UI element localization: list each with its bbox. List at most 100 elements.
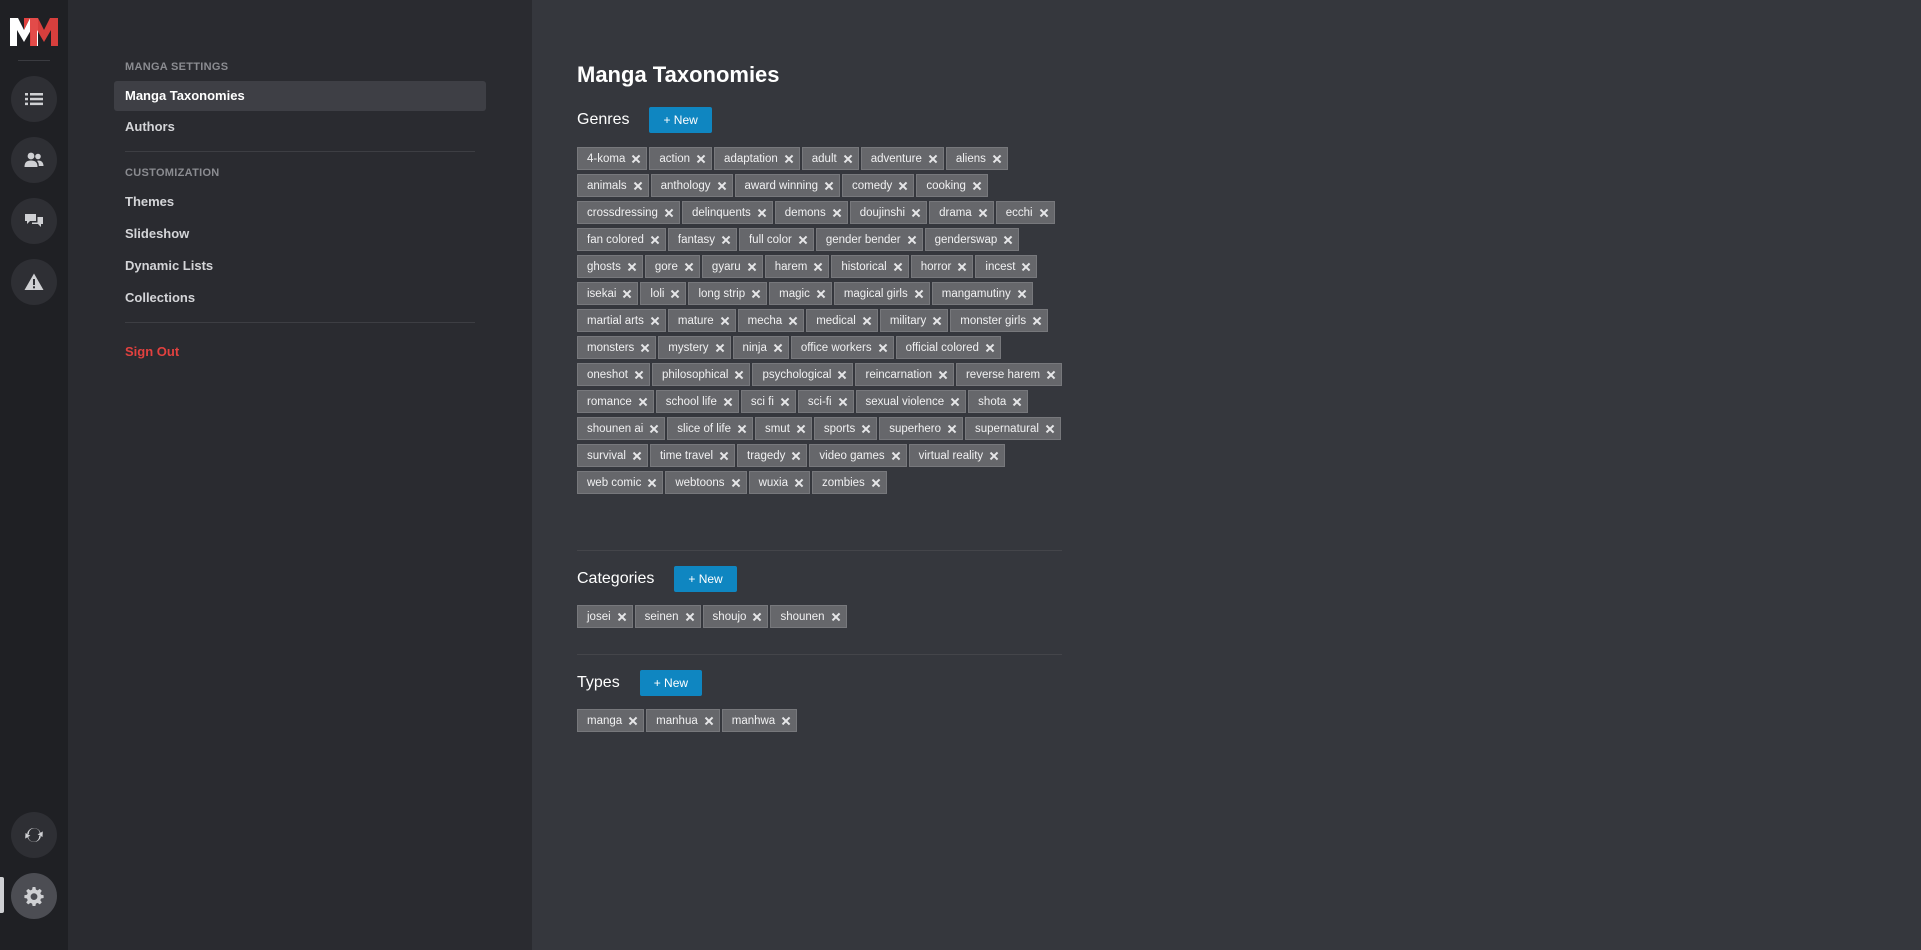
remove-tag-icon[interactable] — [664, 208, 674, 218]
sync-button[interactable] — [11, 812, 57, 858]
remove-tag-icon[interactable] — [731, 478, 741, 488]
nav-item-collections[interactable]: Collections — [114, 283, 486, 313]
remove-tag-icon[interactable] — [1012, 397, 1022, 407]
remove-tag-icon[interactable] — [780, 397, 790, 407]
remove-tag-icon[interactable] — [832, 208, 842, 218]
remove-tag-icon[interactable] — [992, 154, 1002, 164]
remove-tag-icon[interactable] — [747, 262, 757, 272]
remove-tag-icon[interactable] — [831, 612, 841, 622]
reports-button[interactable] — [11, 259, 57, 305]
remove-tag-icon[interactable] — [685, 612, 695, 622]
remove-tag-icon[interactable] — [957, 262, 967, 272]
remove-tag-icon[interactable] — [1032, 316, 1042, 326]
remove-tag-icon[interactable] — [647, 478, 657, 488]
nav-item-manga-taxonomies[interactable]: Manga Taxonomies — [114, 81, 486, 111]
settings-button[interactable] — [11, 873, 57, 919]
nav-item-slideshow[interactable]: Slideshow — [114, 219, 486, 249]
remove-tag-icon[interactable] — [838, 397, 848, 407]
tag-chip: virtual reality — [908, 444, 1006, 467]
remove-tag-icon[interactable] — [1017, 289, 1027, 299]
remove-tag-icon[interactable] — [861, 424, 871, 434]
tag-chip: shoujo — [702, 605, 769, 628]
remove-tag-icon[interactable] — [928, 154, 938, 164]
remove-tag-icon[interactable] — [1003, 235, 1013, 245]
remove-tag-icon[interactable] — [628, 716, 638, 726]
remove-tag-icon[interactable] — [989, 451, 999, 461]
remove-tag-icon[interactable] — [932, 316, 942, 326]
remove-tag-icon[interactable] — [649, 424, 659, 434]
remove-tag-icon[interactable] — [696, 154, 706, 164]
remove-tag-icon[interactable] — [781, 716, 791, 726]
new-category-button[interactable]: + New — [674, 566, 737, 592]
remove-tag-icon[interactable] — [938, 370, 948, 380]
remove-tag-icon[interactable] — [670, 289, 680, 299]
remove-tag-icon[interactable] — [891, 451, 901, 461]
sign-out-link[interactable]: Sign Out — [114, 337, 486, 367]
remove-tag-icon[interactable] — [631, 154, 641, 164]
nav-item-authors[interactable]: Authors — [114, 112, 486, 142]
remove-tag-icon[interactable] — [972, 181, 982, 191]
remove-tag-icon[interactable] — [798, 235, 808, 245]
remove-tag-icon[interactable] — [788, 316, 798, 326]
remove-tag-icon[interactable] — [638, 397, 648, 407]
remove-tag-icon[interactable] — [751, 289, 761, 299]
new-type-button[interactable]: + New — [639, 670, 703, 696]
remove-tag-icon[interactable] — [978, 208, 988, 218]
remove-tag-icon[interactable] — [843, 154, 853, 164]
remove-tag-icon[interactable] — [715, 343, 725, 353]
remove-tag-icon[interactable] — [634, 370, 644, 380]
remove-tag-icon[interactable] — [813, 262, 823, 272]
remove-tag-icon[interactable] — [734, 370, 744, 380]
chat-button[interactable] — [11, 198, 57, 244]
remove-tag-icon[interactable] — [650, 316, 660, 326]
remove-tag-icon[interactable] — [794, 478, 804, 488]
remove-tag-icon[interactable] — [791, 451, 801, 461]
remove-tag-icon[interactable] — [898, 181, 908, 191]
remove-tag-icon[interactable] — [985, 343, 995, 353]
remove-tag-icon[interactable] — [878, 343, 888, 353]
users-button[interactable] — [11, 137, 57, 183]
remove-tag-icon[interactable] — [871, 478, 881, 488]
remove-tag-icon[interactable] — [773, 343, 783, 353]
remove-tag-icon[interactable] — [816, 289, 826, 299]
remove-tag-icon[interactable] — [633, 181, 643, 191]
app-logo[interactable] — [8, 14, 60, 48]
remove-tag-icon[interactable] — [752, 612, 762, 622]
remove-tag-icon[interactable] — [719, 451, 729, 461]
remove-tag-icon[interactable] — [893, 262, 903, 272]
remove-tag-icon[interactable] — [622, 289, 632, 299]
remove-tag-icon[interactable] — [704, 716, 714, 726]
remove-tag-icon[interactable] — [617, 612, 627, 622]
remove-tag-icon[interactable] — [1045, 424, 1055, 434]
remove-tag-icon[interactable] — [1039, 208, 1049, 218]
remove-tag-icon[interactable] — [911, 208, 921, 218]
remove-tag-icon[interactable] — [1021, 262, 1031, 272]
remove-tag-icon[interactable] — [627, 262, 637, 272]
remove-tag-icon[interactable] — [824, 181, 834, 191]
remove-tag-icon[interactable] — [837, 370, 847, 380]
remove-tag-icon[interactable] — [723, 397, 733, 407]
remove-tag-icon[interactable] — [650, 235, 660, 245]
remove-tag-icon[interactable] — [737, 424, 747, 434]
remove-tag-icon[interactable] — [862, 316, 872, 326]
remove-tag-icon[interactable] — [784, 154, 794, 164]
new-genre-button[interactable]: + New — [649, 107, 712, 133]
remove-tag-icon[interactable] — [914, 289, 924, 299]
remove-tag-icon[interactable] — [720, 316, 730, 326]
remove-tag-icon[interactable] — [632, 451, 642, 461]
remove-tag-icon[interactable] — [721, 235, 731, 245]
tag-chip: sexual violence — [855, 390, 967, 413]
nav-item-dynamic-lists[interactable]: Dynamic Lists — [114, 251, 486, 281]
library-button[interactable] — [11, 76, 57, 122]
remove-tag-icon[interactable] — [1046, 370, 1056, 380]
remove-tag-icon[interactable] — [907, 235, 917, 245]
nav-item-themes[interactable]: Themes — [114, 187, 486, 217]
tag-label: anthology — [660, 179, 711, 192]
remove-tag-icon[interactable] — [757, 208, 767, 218]
remove-tag-icon[interactable] — [717, 181, 727, 191]
remove-tag-icon[interactable] — [796, 424, 806, 434]
remove-tag-icon[interactable] — [640, 343, 650, 353]
remove-tag-icon[interactable] — [684, 262, 694, 272]
remove-tag-icon[interactable] — [950, 397, 960, 407]
remove-tag-icon[interactable] — [947, 424, 957, 434]
